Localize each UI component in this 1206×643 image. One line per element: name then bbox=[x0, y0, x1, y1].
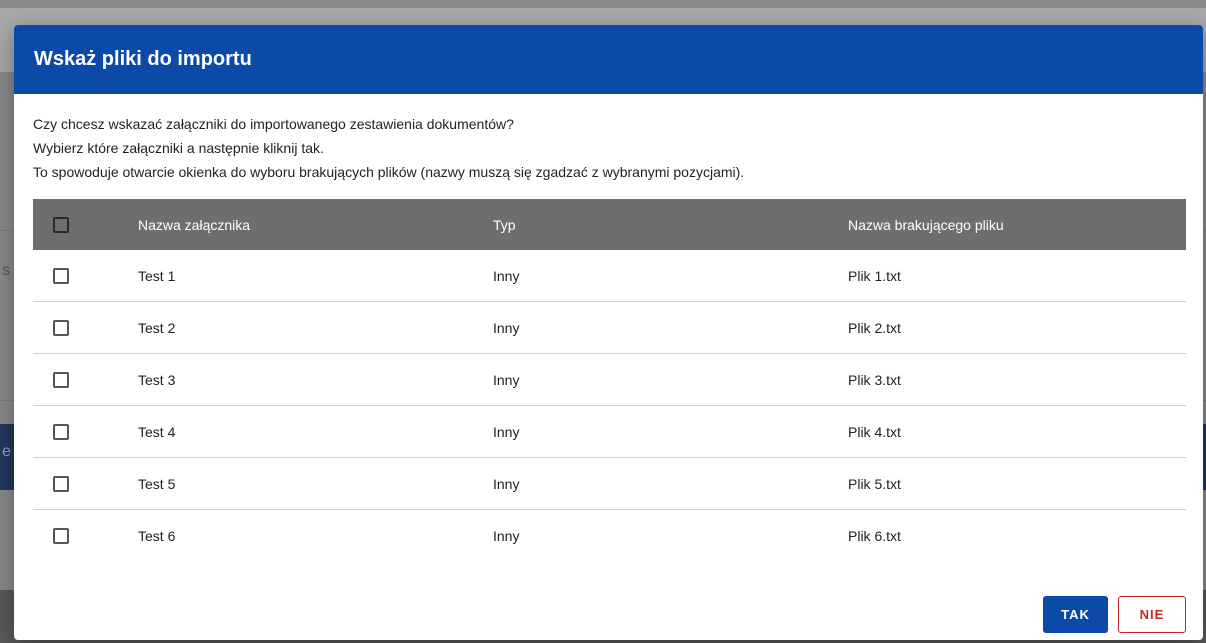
table-row[interactable]: Test 6 Inny Plik 6.txt bbox=[33, 510, 1186, 561]
row-check-cell bbox=[33, 527, 138, 544]
yes-button[interactable]: TAK bbox=[1043, 596, 1108, 633]
missing-file-name: Plik 5.txt bbox=[848, 475, 901, 492]
table-row[interactable]: Test 2 Inny Plik 2.txt bbox=[33, 302, 1186, 354]
attachments-table: Nazwa załącznika Typ Nazwa brakującego p… bbox=[33, 199, 1186, 561]
row-check-cell bbox=[33, 319, 138, 336]
background-text-fragment: e bbox=[2, 443, 11, 460]
row-checkbox[interactable] bbox=[53, 527, 69, 544]
row-checkbox[interactable] bbox=[53, 267, 69, 284]
dialog-body: Czy chcesz wskazać załączniki do importo… bbox=[14, 94, 1203, 561]
table-row[interactable]: Test 5 Inny Plik 5.txt bbox=[33, 458, 1186, 510]
attachment-type: Inny bbox=[493, 267, 520, 284]
missing-file-name: Plik 4.txt bbox=[848, 423, 901, 440]
row-check-cell bbox=[33, 423, 138, 440]
attachment-name: Test 4 bbox=[138, 423, 176, 440]
row-check-cell bbox=[33, 371, 138, 388]
dialog-actions: TAK NIE bbox=[1043, 596, 1186, 633]
missing-file-name: Plik 3.txt bbox=[848, 371, 901, 388]
missing-file-name: Plik 6.txt bbox=[848, 527, 901, 544]
description-line: Czy chcesz wskazać załączniki do importo… bbox=[33, 116, 514, 132]
select-all-cell bbox=[33, 216, 138, 233]
table-row[interactable]: Test 1 Inny Plik 1.txt bbox=[33, 250, 1186, 302]
attachment-type: Inny bbox=[493, 527, 520, 544]
attachment-type: Inny bbox=[493, 371, 520, 388]
attachment-name: Test 2 bbox=[138, 319, 176, 336]
row-check-cell bbox=[33, 267, 138, 284]
description-line: To spowoduje otwarcie okienka do wyboru … bbox=[33, 164, 745, 180]
dialog-header: Wskaż pliki do importu bbox=[14, 25, 1203, 94]
no-button[interactable]: NIE bbox=[1118, 596, 1186, 633]
missing-file-name: Plik 2.txt bbox=[848, 319, 901, 336]
select-all-checkbox[interactable] bbox=[53, 216, 69, 233]
background-text-fragment: s bbox=[2, 262, 10, 279]
row-checkbox[interactable] bbox=[53, 423, 69, 440]
row-checkbox[interactable] bbox=[53, 475, 69, 492]
row-checkbox[interactable] bbox=[53, 371, 69, 388]
column-header-name[interactable]: Nazwa załącznika bbox=[138, 217, 493, 233]
attachment-name: Test 6 bbox=[138, 527, 176, 544]
attachment-type: Inny bbox=[493, 475, 520, 492]
row-checkbox[interactable] bbox=[53, 319, 69, 336]
column-header-file[interactable]: Nazwa brakującego pliku bbox=[848, 217, 1186, 233]
table-row[interactable]: Test 3 Inny Plik 3.txt bbox=[33, 354, 1186, 406]
row-check-cell bbox=[33, 475, 138, 492]
column-header-type[interactable]: Typ bbox=[493, 217, 848, 233]
attachment-type: Inny bbox=[493, 319, 520, 336]
attachment-name: Test 1 bbox=[138, 267, 176, 284]
table-row[interactable]: Test 4 Inny Plik 4.txt bbox=[33, 406, 1186, 458]
attachment-type: Inny bbox=[493, 423, 520, 440]
attachment-name: Test 5 bbox=[138, 475, 176, 492]
table-header-row: Nazwa załącznika Typ Nazwa brakującego p… bbox=[33, 199, 1186, 250]
description-line: Wybierz które załączniki a następnie kli… bbox=[33, 140, 324, 156]
import-files-dialog: Wskaż pliki do importu Czy chcesz wskaza… bbox=[14, 25, 1203, 640]
missing-file-name: Plik 1.txt bbox=[848, 267, 901, 284]
attachment-name: Test 3 bbox=[138, 371, 176, 388]
dialog-title: Wskaż pliki do importu bbox=[34, 48, 252, 70]
